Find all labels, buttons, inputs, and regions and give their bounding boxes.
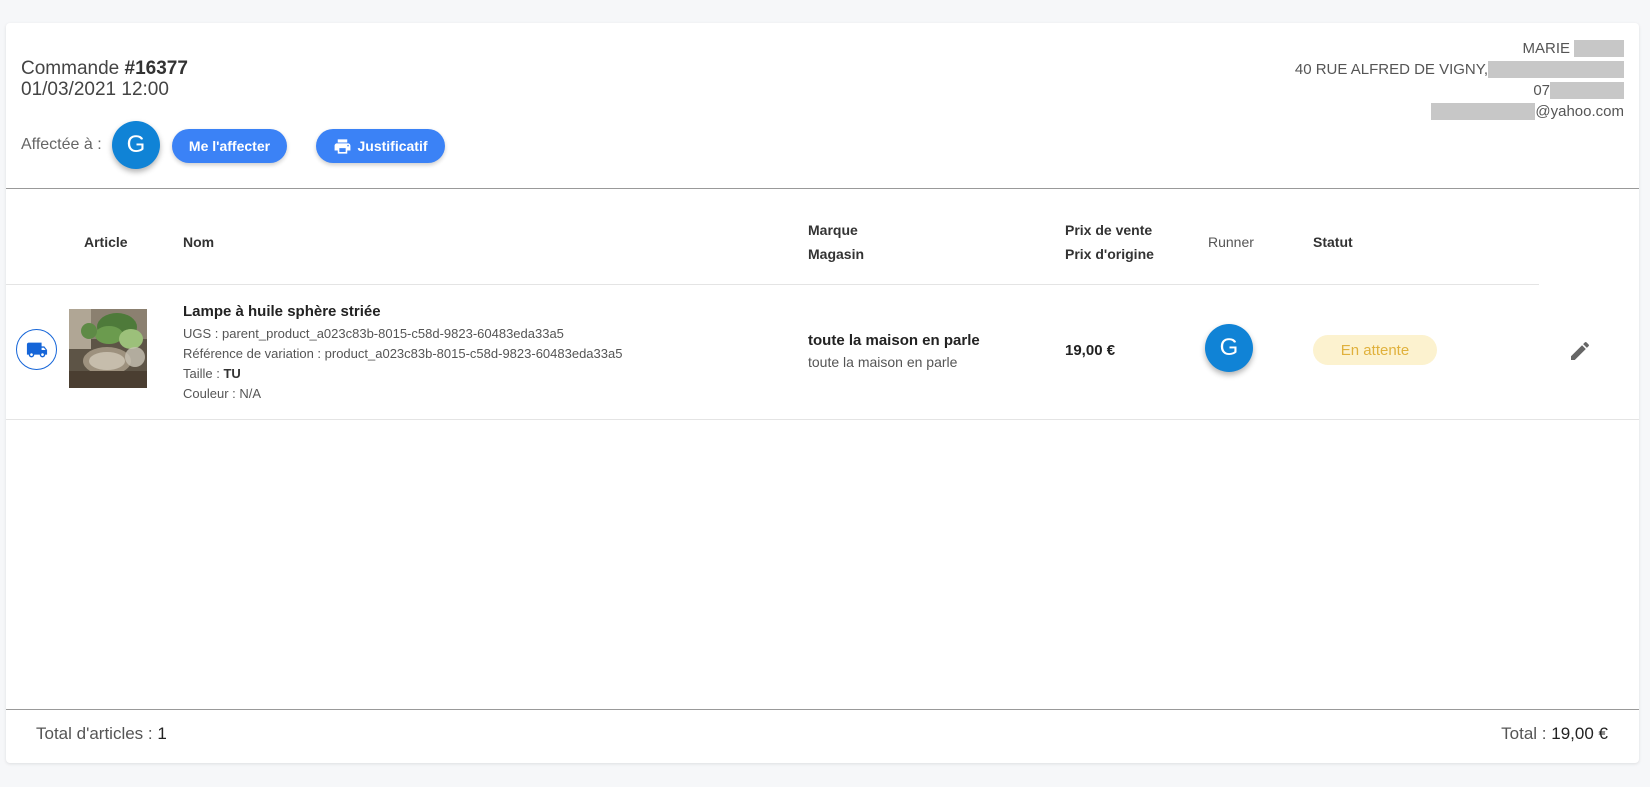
total-items-label: Total d'articles :: [36, 724, 158, 743]
product-thumbnail[interactable]: [69, 309, 147, 388]
col-header-status: Statut: [1313, 234, 1353, 250]
delivery-mode-button[interactable]: [16, 329, 57, 370]
col-header-article: Article: [84, 234, 128, 250]
receipt-button[interactable]: Justificatif: [316, 129, 445, 163]
receipt-button-label: Justificatif: [357, 138, 428, 154]
total-items: Total d'articles : 1: [36, 724, 167, 744]
product-brand: toute la maison en parle: [808, 332, 980, 349]
customer-address: 40 RUE ALFRED DE VIGNY,: [1294, 61, 1488, 78]
col-header-name: Nom: [183, 234, 215, 250]
edit-button[interactable]: [1568, 339, 1592, 363]
size-value: TU: [223, 366, 241, 381]
variation-label: Référence de variation :: [183, 346, 325, 361]
product-store: toute la maison en parle: [808, 354, 958, 370]
customer-name: MARIE: [1522, 40, 1570, 57]
customer-email-line: @yahoo.com: [1295, 101, 1624, 122]
product-meta: UGS : parent_product_a023c83b-8015-c58d-…: [183, 324, 622, 404]
redacted-address: [1488, 61, 1624, 78]
color-value: N/A: [239, 386, 262, 401]
status-badge: En attente: [1313, 335, 1437, 365]
total-items-value: 1: [157, 724, 167, 743]
col-header-original-price: Prix d'origine: [1065, 246, 1154, 262]
header-row-separator: [6, 284, 1539, 285]
product-sku-line: UGS : parent_product_a023c83b-8015-c58d-…: [183, 324, 622, 344]
customer-address-line: 40 RUE ALFRED DE VIGNY,: [1295, 59, 1624, 80]
variation-value: product_a023c83b-8015-c58d-9823-60483eda…: [324, 346, 623, 361]
product-variation-line: Référence de variation : product_a023c83…: [183, 344, 622, 364]
runner-avatar[interactable]: G: [1205, 324, 1253, 372]
order-total-value: 19,00 €: [1551, 724, 1608, 743]
truck-icon: [26, 342, 47, 357]
order-number: #16377: [124, 58, 188, 79]
order-card: Commande #16377 01/03/2021 12:00 Affecté…: [6, 23, 1639, 763]
color-label: Couleur :: [183, 386, 240, 401]
col-header-brand: Marque: [808, 222, 858, 238]
redacted-email: [1431, 103, 1536, 120]
redacted-phone: [1550, 82, 1624, 99]
assigned-label: Affectée à :: [21, 136, 102, 153]
order-title-prefix: Commande: [21, 58, 125, 79]
col-header-runner: Runner: [1208, 234, 1254, 250]
customer-email-domain: @yahoo.com: [1535, 103, 1624, 120]
product-size-line: Taille : TU: [183, 364, 622, 384]
col-header-sale-price: Prix de vente: [1065, 222, 1153, 238]
product-color-line: Couleur : N/A: [183, 384, 622, 404]
sku-value: parent_product_a023c83b-8015-c58d-9823-6…: [222, 326, 564, 341]
size-label: Taille :: [183, 366, 224, 381]
product-price: 19,00 €: [1065, 342, 1116, 359]
customer-name-line: MARIE: [1295, 38, 1624, 59]
order-datetime: 01/03/2021 12:00: [21, 79, 169, 100]
assignment-row: Affectée à : G Me l'affecter Justificati…: [21, 121, 461, 171]
row-separator: [6, 419, 1639, 420]
product-name: Lampe à huile sphère striée: [183, 303, 381, 320]
pencil-icon: [1571, 341, 1590, 360]
col-header-store: Magasin: [808, 246, 865, 262]
order-total-label: Total :: [1501, 724, 1552, 743]
product-image: [69, 309, 147, 388]
sku-label: UGS :: [183, 326, 223, 341]
assign-me-button[interactable]: Me l'affecter: [172, 129, 287, 163]
redacted-surname: [1574, 40, 1624, 57]
order-total: Total : 19,00 €: [1501, 724, 1608, 744]
customer-phone-line: 07: [1295, 80, 1624, 101]
customer-info: MARIE 40 RUE ALFRED DE VIGNY, 07 @yahoo.…: [1295, 38, 1624, 122]
order-title: Commande #16377: [21, 58, 188, 80]
footer-divider: [6, 709, 1639, 710]
header-divider: [6, 188, 1639, 189]
printer-icon: [335, 138, 351, 154]
assignee-avatar[interactable]: G: [112, 121, 160, 169]
customer-phone: 07: [1533, 82, 1550, 99]
